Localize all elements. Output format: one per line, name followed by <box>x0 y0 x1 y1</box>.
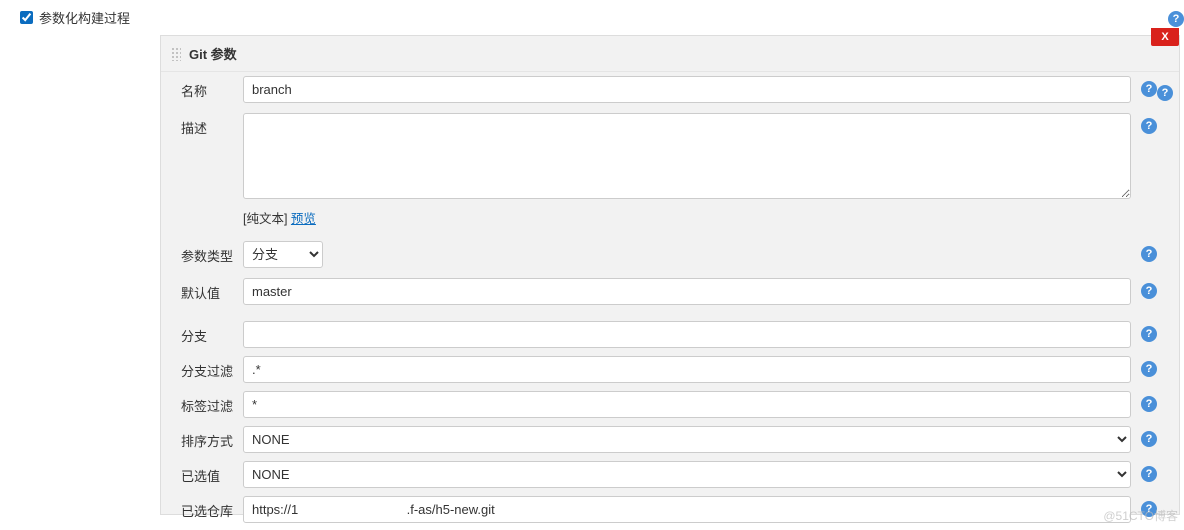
row-name: 名称 ? <box>181 76 1157 103</box>
row-sort-mode: 排序方式 NONE ? <box>181 426 1157 453</box>
help-icon[interactable]: ? <box>1141 501 1157 517</box>
tag-filter-input[interactable] <box>243 391 1131 418</box>
help-icon[interactable]: ? <box>1141 431 1157 447</box>
label-default-value: 默认值 <box>181 278 243 302</box>
label-selected-repo: 已选仓库 <box>181 496 243 520</box>
help-icon[interactable]: ? <box>1141 81 1157 97</box>
default-value-input[interactable] <box>243 278 1131 305</box>
name-input[interactable] <box>243 76 1131 103</box>
param-type-select[interactable]: 分支 <box>243 241 323 268</box>
row-param-type: 参数类型 分支 ? <box>181 241 1157 268</box>
parameterized-build-row: 参数化构建过程 ? <box>0 0 1184 35</box>
label-name: 名称 <box>181 76 243 100</box>
label-description: 描述 <box>181 113 243 137</box>
branch-filter-input[interactable] <box>243 356 1131 383</box>
label-param-type: 参数类型 <box>181 241 243 265</box>
help-icon[interactable]: ? <box>1168 11 1184 27</box>
help-icon[interactable]: ? <box>1141 246 1157 262</box>
help-icon[interactable]: ? <box>1157 85 1173 101</box>
description-textarea[interactable] <box>243 113 1131 199</box>
row-branch: 分支 ? <box>181 321 1157 348</box>
section-header: Git 参数 X <box>161 36 1179 72</box>
selected-repo-input[interactable] <box>243 496 1131 523</box>
label-sort-mode: 排序方式 <box>181 426 243 450</box>
sort-mode-select[interactable]: NONE <box>243 426 1131 453</box>
git-parameter-panel: Git 参数 X ? 名称 ? 描述 ? [纯文本] 预览 参数类型 <box>160 35 1180 515</box>
help-icon[interactable]: ? <box>1141 396 1157 412</box>
label-tag-filter: 标签过滤 <box>181 391 243 415</box>
hint-prefix: [纯文本] <box>243 212 291 226</box>
selected-value-select[interactable]: NONE <box>243 461 1131 488</box>
row-description: 描述 ? <box>181 113 1157 202</box>
label-branch-filter: 分支过滤 <box>181 356 243 380</box>
row-tag-filter: 标签过滤 ? <box>181 391 1157 418</box>
close-button[interactable]: X <box>1151 28 1179 46</box>
help-icon[interactable]: ? <box>1141 466 1157 482</box>
row-default-value: 默认值 ? <box>181 278 1157 305</box>
branch-input[interactable] <box>243 321 1131 348</box>
help-icon[interactable]: ? <box>1141 326 1157 342</box>
preview-link[interactable]: 预览 <box>291 212 316 226</box>
label-selected-value: 已选值 <box>181 461 243 485</box>
form-body: ? 名称 ? 描述 ? [纯文本] 预览 参数类型 分支 <box>161 72 1179 523</box>
parameterized-build-label: 参数化构建过程 <box>39 8 130 27</box>
description-hint: [纯文本] 预览 <box>243 208 1157 227</box>
section-title: Git 参数 <box>189 44 237 63</box>
close-icon: X <box>1161 31 1168 43</box>
row-selected-value: 已选值 NONE ? <box>181 461 1157 488</box>
help-icon[interactable]: ? <box>1141 283 1157 299</box>
help-icon[interactable]: ? <box>1141 361 1157 377</box>
row-selected-repo: 已选仓库 ? <box>181 496 1157 523</box>
drag-handle-icon[interactable] <box>171 47 181 61</box>
help-icon[interactable]: ? <box>1141 118 1157 134</box>
label-branch: 分支 <box>181 321 243 345</box>
row-branch-filter: 分支过滤 ? <box>181 356 1157 383</box>
parameterized-build-checkbox[interactable] <box>20 11 33 24</box>
